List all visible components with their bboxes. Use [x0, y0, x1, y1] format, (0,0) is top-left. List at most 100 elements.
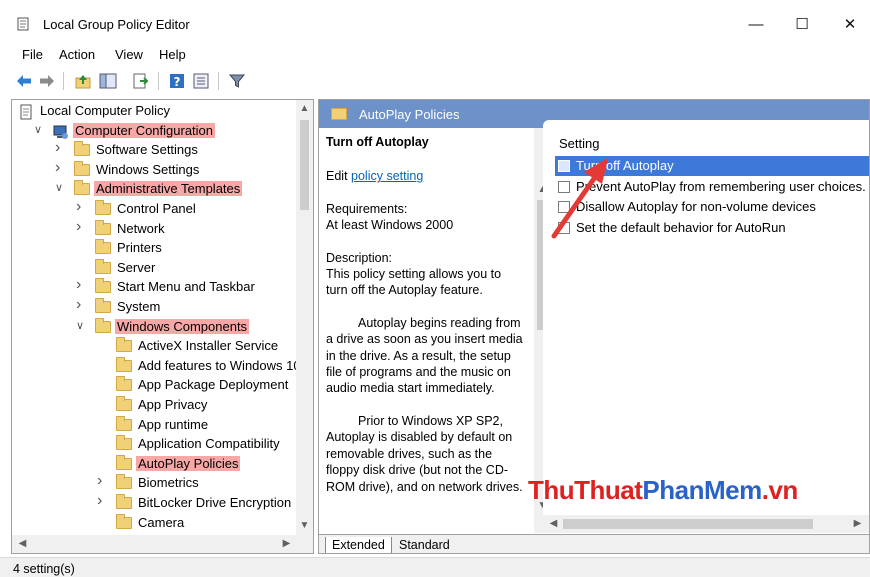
properties-icon[interactable] — [192, 72, 210, 90]
tree-item[interactable]: ActiveX Installer Service — [12, 337, 297, 357]
tree-item-label: Software Settings — [96, 142, 198, 158]
filter-icon[interactable] — [228, 72, 246, 90]
watermark-part: .vn — [761, 475, 799, 505]
tree-item-label: Windows Components — [115, 318, 250, 334]
setting-row[interactable]: Disallow Autoplay for non-volume devices — [555, 197, 869, 217]
tree-item[interactable]: App Package Deployment — [12, 376, 297, 396]
tree-item[interactable]: ∨ Windows Components — [12, 317, 297, 338]
chevron-right-icon[interactable]: › — [76, 198, 88, 216]
tree-item[interactable]: › Control Panel — [12, 198, 297, 220]
policy-setting-icon — [558, 160, 570, 172]
folder-icon — [116, 513, 132, 529]
chevron-right-icon[interactable]: › — [76, 218, 88, 236]
tree-item[interactable]: ∨ Administrative Templates — [12, 180, 297, 200]
folder-icon — [95, 278, 111, 294]
folder-icon — [74, 160, 90, 176]
policy-setting-icon — [558, 201, 570, 213]
tree-item[interactable]: › BitLocker Drive Encryption — [12, 492, 297, 514]
help-icon[interactable]: ? — [168, 72, 186, 90]
scroll-thumb[interactable] — [563, 519, 813, 529]
status-bar: 4 setting(s) — [0, 557, 870, 577]
tree-item[interactable]: › Windows Settings — [12, 159, 297, 181]
folder-icon — [116, 454, 132, 470]
back-arrow-icon[interactable] — [15, 72, 33, 90]
setting-label: Turn off Autoplay — [576, 158, 674, 173]
tree-item[interactable]: Server — [12, 258, 297, 279]
tree-item[interactable]: › Network — [12, 218, 297, 240]
tree-item[interactable]: Local Computer Policy — [12, 102, 297, 122]
tree-item[interactable]: Camera — [12, 513, 297, 534]
toolbar-separator — [218, 72, 219, 90]
tree-vertical-scrollbar[interactable]: ▲ ▼ — [296, 100, 313, 535]
folder-icon — [116, 376, 132, 392]
chevron-down-icon[interactable]: ∨ — [55, 181, 67, 194]
menu-view[interactable]: View — [115, 47, 143, 62]
edit-policy-setting-link[interactable]: policy setting — [351, 169, 423, 183]
chevron-right-icon[interactable]: › — [97, 492, 109, 510]
tree-item-label: App runtime — [138, 416, 209, 432]
scroll-left-arrow-icon[interactable]: ◀ — [545, 518, 562, 529]
chevron-right-icon[interactable]: › — [55, 139, 67, 157]
folder-icon — [74, 141, 90, 157]
tree-item[interactable]: › System — [12, 296, 297, 318]
chevron-right-icon[interactable]: › — [76, 296, 88, 314]
title-bar: Local Group Policy Editor — ☐ ✕ — [0, 0, 870, 44]
minimize-button[interactable]: — — [736, 10, 776, 40]
show-hide-tree-icon[interactable] — [99, 72, 117, 90]
menu-help[interactable]: Help — [159, 47, 186, 62]
tree-item[interactable]: › Biometrics — [12, 472, 297, 494]
maximize-button[interactable]: ☐ — [782, 10, 822, 40]
tree-item-label: Network — [117, 220, 165, 236]
chevron-down-icon[interactable]: ∨ — [76, 319, 88, 332]
tree-item-label: Start Menu and Taskbar — [117, 279, 255, 295]
folder-icon — [116, 474, 132, 490]
toolbar-separator — [63, 72, 64, 90]
scroll-thumb[interactable] — [300, 120, 309, 210]
chevron-down-icon[interactable]: ∨ — [34, 123, 46, 136]
folder-icon — [95, 219, 111, 235]
setting-row[interactable]: Turn off Autoplay — [555, 156, 869, 176]
settings-horizontal-scrollbar[interactable]: ◀ ▶ — [543, 515, 869, 533]
scroll-left-arrow-icon[interactable]: ◀ — [14, 538, 31, 549]
tab-extended[interactable]: Extended — [325, 537, 392, 553]
menu-action[interactable]: Action — [59, 47, 95, 62]
menu-file[interactable]: File — [22, 47, 43, 62]
column-header-setting[interactable]: Setting — [559, 136, 599, 151]
tree-item[interactable]: › Start Menu and Taskbar — [12, 276, 297, 298]
export-list-icon[interactable] — [132, 72, 150, 90]
tree-item[interactable]: AutoPlay Policies — [12, 454, 297, 475]
setting-label: Prevent AutoPlay from remembering user c… — [576, 178, 866, 194]
tab-standard[interactable]: Standard — [393, 537, 456, 553]
svg-text:?: ? — [174, 75, 181, 89]
chevron-right-icon[interactable]: › — [55, 159, 67, 177]
tree-item-label: ActiveX Installer Service — [138, 338, 279, 354]
watermark-part: ThuThuat — [528, 475, 643, 505]
scroll-down-arrow-icon[interactable]: ▼ — [296, 520, 313, 531]
toolbar: ? — [0, 66, 870, 96]
setting-row[interactable]: Set the default behavior for AutoRun — [555, 218, 869, 238]
chevron-right-icon[interactable]: › — [76, 276, 88, 294]
tree-item-label: App Privacy — [138, 397, 208, 412]
scroll-right-arrow-icon[interactable]: ▶ — [849, 518, 866, 529]
chevron-right-icon[interactable]: › — [97, 472, 109, 490]
description-text: This policy setting allows you to turn o… — [326, 267, 502, 298]
folder-icon — [95, 298, 111, 313]
tree-item[interactable]: Add features to Windows 10 — [12, 356, 301, 377]
navigation-tree[interactable]: Local Computer Policy ∨ Computer Configura… — [11, 99, 314, 554]
tree-item-label: Administrative Templates — [94, 181, 243, 197]
close-button[interactable]: ✕ — [830, 10, 870, 40]
tree-horizontal-scrollbar[interactable]: ◀ ▶ — [12, 535, 313, 553]
scroll-right-arrow-icon[interactable]: ▶ — [278, 538, 295, 549]
scroll-up-arrow-icon[interactable]: ▲ — [296, 103, 313, 114]
tree-item[interactable]: App runtime — [12, 415, 297, 436]
setting-row[interactable]: Prevent AutoPlay from remembering user c… — [555, 177, 869, 197]
tree-item[interactable]: Printers — [12, 239, 297, 259]
folder-icon — [116, 337, 132, 353]
forward-arrow-icon[interactable] — [38, 72, 56, 90]
tree-item[interactable]: Application Compatibility — [12, 435, 297, 455]
computer-icon — [53, 125, 68, 139]
tree-item[interactable]: App Privacy — [12, 396, 297, 416]
up-folder-icon[interactable] — [74, 72, 92, 90]
requirements-value: At least Windows 2000 — [326, 218, 454, 233]
folder-icon — [95, 258, 111, 274]
